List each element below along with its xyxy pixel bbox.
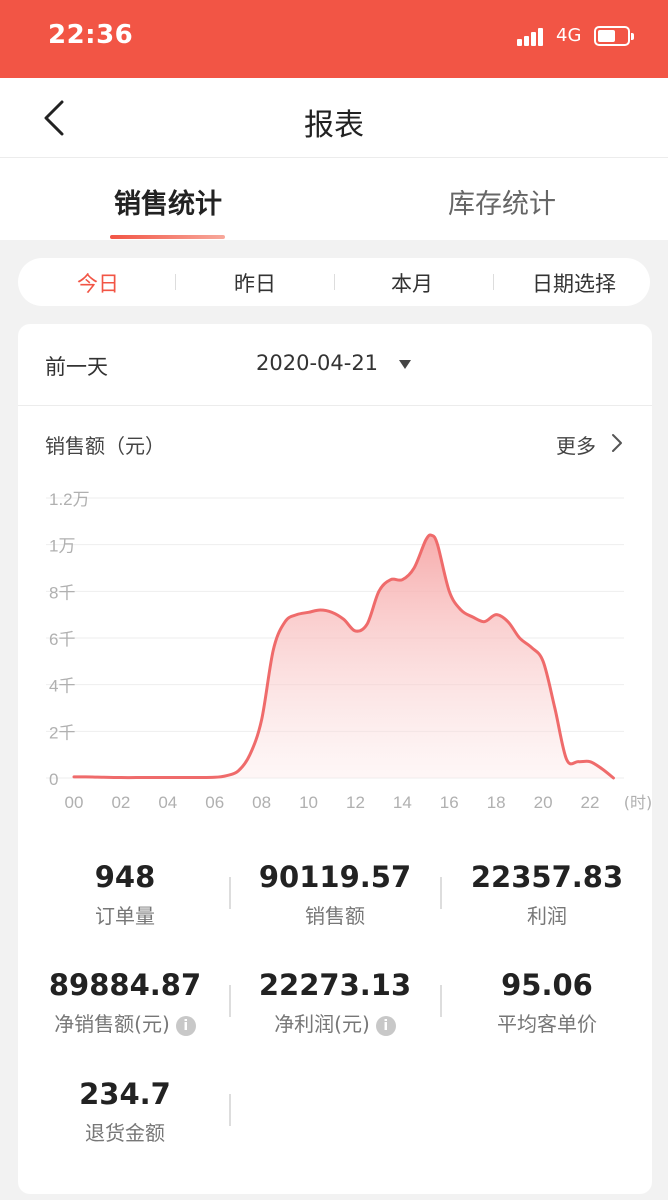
battery-icon [594, 26, 634, 46]
tab-sales-stats[interactable]: 销售统计 [110, 182, 226, 221]
info-icon[interactable]: i [375, 1016, 396, 1036]
sales-area-fill [74, 534, 614, 778]
x-axis-unit: (时) [624, 793, 653, 812]
prev-day-button[interactable]: 前一天 [45, 351, 108, 381]
signal-icon [517, 28, 547, 46]
tab-bar: 销售统计 库存统计 [0, 158, 668, 240]
x-tick-label: 12 [346, 793, 365, 812]
more-link[interactable]: 更多 [556, 430, 596, 459]
status-bar: 22:36 4G [0, 0, 668, 78]
tab-active-indicator [110, 235, 225, 239]
y-tick-label: 6千 [49, 630, 75, 649]
chart-title: 销售额（元） [45, 434, 165, 458]
x-tick-label: 18 [487, 793, 506, 812]
network-type: 4G [556, 25, 582, 46]
y-tick-label: 0 [49, 770, 58, 789]
date-selector[interactable]: 2020-04-21 [256, 351, 378, 375]
filter-today[interactable]: 今日 [58, 268, 138, 298]
date-filter: 今日 昨日 本月 日期选择 [18, 258, 650, 306]
x-tick-label: 14 [393, 793, 412, 812]
y-tick-label: 2千 [49, 723, 75, 742]
filter-divider [175, 274, 176, 290]
filter-yesterday[interactable]: 昨日 [215, 268, 295, 298]
date-row: 前一天 2020-04-21 [18, 324, 652, 406]
filter-divider [493, 274, 494, 290]
page-title: 报表 [304, 108, 364, 143]
y-tick-label: 1万 [49, 537, 75, 556]
y-tick-label: 1.2万 [49, 490, 90, 509]
filter-divider [334, 274, 335, 290]
x-tick-label: 20 [534, 793, 553, 812]
x-tick-label: 00 [65, 793, 84, 812]
dropdown-caret-icon[interactable] [399, 360, 411, 369]
x-tick-label: 04 [158, 793, 177, 812]
chevron-right-icon[interactable] [610, 433, 624, 453]
y-tick-label: 4千 [49, 677, 75, 696]
x-tick-label: 22 [581, 793, 600, 812]
nav-bar: 报表 [0, 78, 668, 158]
tab-inventory-stats[interactable]: 库存统计 [444, 182, 560, 221]
info-icon[interactable]: i [175, 1016, 196, 1036]
status-time: 22:36 [48, 20, 134, 50]
filter-this-month[interactable]: 本月 [372, 268, 452, 298]
x-tick-label: 16 [440, 793, 459, 812]
x-tick-label: 08 [252, 793, 271, 812]
x-tick-label: 06 [205, 793, 224, 812]
filter-date-picker[interactable]: 日期选择 [518, 268, 630, 298]
sales-area-chart: 0 2千 4千 6千 8千 1万 1.2万 00 02 04 06 08 10 12 14 16 18 20 22 (… [46, 490, 653, 812]
y-tick-label: 8千 [49, 583, 75, 602]
x-tick-label: 02 [111, 793, 130, 812]
x-tick-label: 10 [299, 793, 318, 812]
